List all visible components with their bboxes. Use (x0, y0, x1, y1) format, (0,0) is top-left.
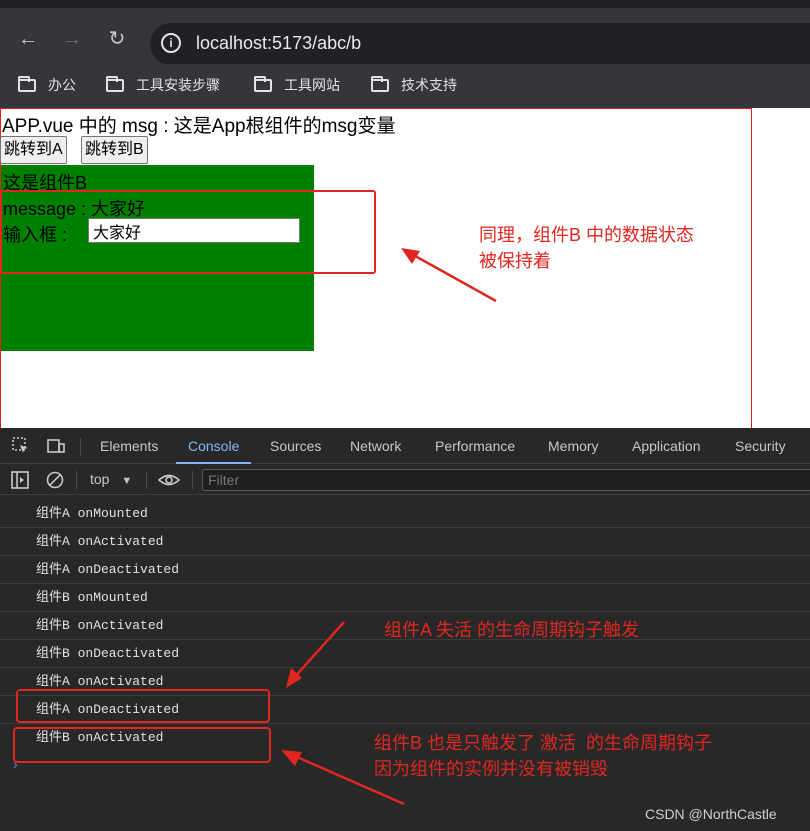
browser-toolbar: ← → ↻ i localhost:5173/abc/b (0, 8, 810, 65)
tab-memory[interactable]: Memory (548, 428, 599, 464)
annotation-arrow (286, 621, 345, 688)
tab-sources[interactable]: Sources (270, 428, 321, 464)
folder-icon (18, 75, 36, 92)
annotation-box (0, 190, 376, 274)
log-row: 组件B onMounted (0, 584, 810, 612)
context-selector[interactable]: top ▼ (90, 471, 132, 487)
go-to-a-button[interactable]: 跳转到A (0, 136, 67, 164)
sidebar-toggle-icon[interactable] (10, 470, 30, 490)
reload-icon[interactable]: ↻ (103, 25, 131, 53)
forward-icon[interactable]: → (58, 25, 86, 53)
context-label: top (90, 471, 110, 487)
tab-performance[interactable]: Performance (435, 428, 515, 464)
bookmark-office[interactable]: 办公 (18, 74, 76, 96)
tab-security[interactable]: Security (735, 428, 786, 464)
folder-icon (254, 75, 272, 92)
folder-icon (106, 75, 124, 92)
console-toolbar: top ▼ (0, 465, 810, 495)
device-toolbar-icon[interactable] (46, 436, 66, 456)
go-to-b-button[interactable]: 跳转到B (81, 136, 148, 164)
window-top-strip (0, 0, 810, 8)
devtools-panel: Elements Console Sources Network Perform… (0, 428, 810, 831)
tab-application[interactable]: Application (632, 428, 701, 464)
app-msg-text: APP.vue 中的 msg : 这是App根组件的msg变量 (2, 116, 396, 137)
live-expression-eye-icon[interactable] (157, 470, 181, 490)
inspect-icon[interactable] (11, 436, 31, 456)
bookmark-tech-support[interactable]: 技术支持 (371, 74, 457, 96)
annotation-text: 同理，组件B 中的数据状态 被保持着 (479, 225, 695, 271)
bookmarks-bar: 办公 工具安装步骤 工具网站 技术支持 (0, 64, 810, 108)
page-viewport: APP.vue 中的 msg : 这是App根组件的msg变量 跳转到A 跳转到… (0, 108, 810, 428)
bookmark-tool-install[interactable]: 工具安装步骤 (106, 74, 220, 96)
filter-input[interactable] (202, 469, 810, 491)
bookmark-label: 技术支持 (401, 77, 457, 93)
devtools-tabbar: Elements Console Sources Network Perform… (0, 428, 810, 464)
folder-icon (371, 75, 389, 92)
annotation-box (13, 727, 271, 763)
bookmark-label: 工具安装步骤 (136, 77, 220, 93)
back-icon[interactable]: ← (14, 25, 42, 53)
watermark: CSDN @NorthCastle (645, 806, 777, 822)
log-row: 组件B onDeactivated (0, 640, 810, 668)
bookmark-tool-sites[interactable]: 工具网站 (254, 74, 340, 96)
annotation-text: 组件A 失活 的生命周期钩子触发 (384, 620, 640, 640)
tab-network[interactable]: Network (350, 428, 401, 464)
log-row: 组件A onActivated (0, 528, 810, 556)
bookmark-label: 工具网站 (284, 77, 340, 93)
clear-console-icon[interactable] (45, 470, 65, 490)
log-row: 组件A onDeactivated (0, 556, 810, 584)
annotation-box (16, 689, 270, 723)
dropdown-arrow-icon: ▼ (121, 475, 133, 487)
site-info-icon[interactable]: i (161, 33, 181, 53)
bookmark-label: 办公 (48, 77, 76, 93)
tab-console[interactable]: Console (176, 428, 252, 464)
annotation-text: 组件B 也是只触发了 激活 的生命周期钩子 因为组件的实例并没有被销毁 (374, 733, 713, 779)
url-text[interactable]: localhost:5173/abc/b (196, 33, 361, 54)
tab-elements[interactable]: Elements (100, 428, 158, 464)
log-row: 组件A onMounted (0, 500, 810, 528)
